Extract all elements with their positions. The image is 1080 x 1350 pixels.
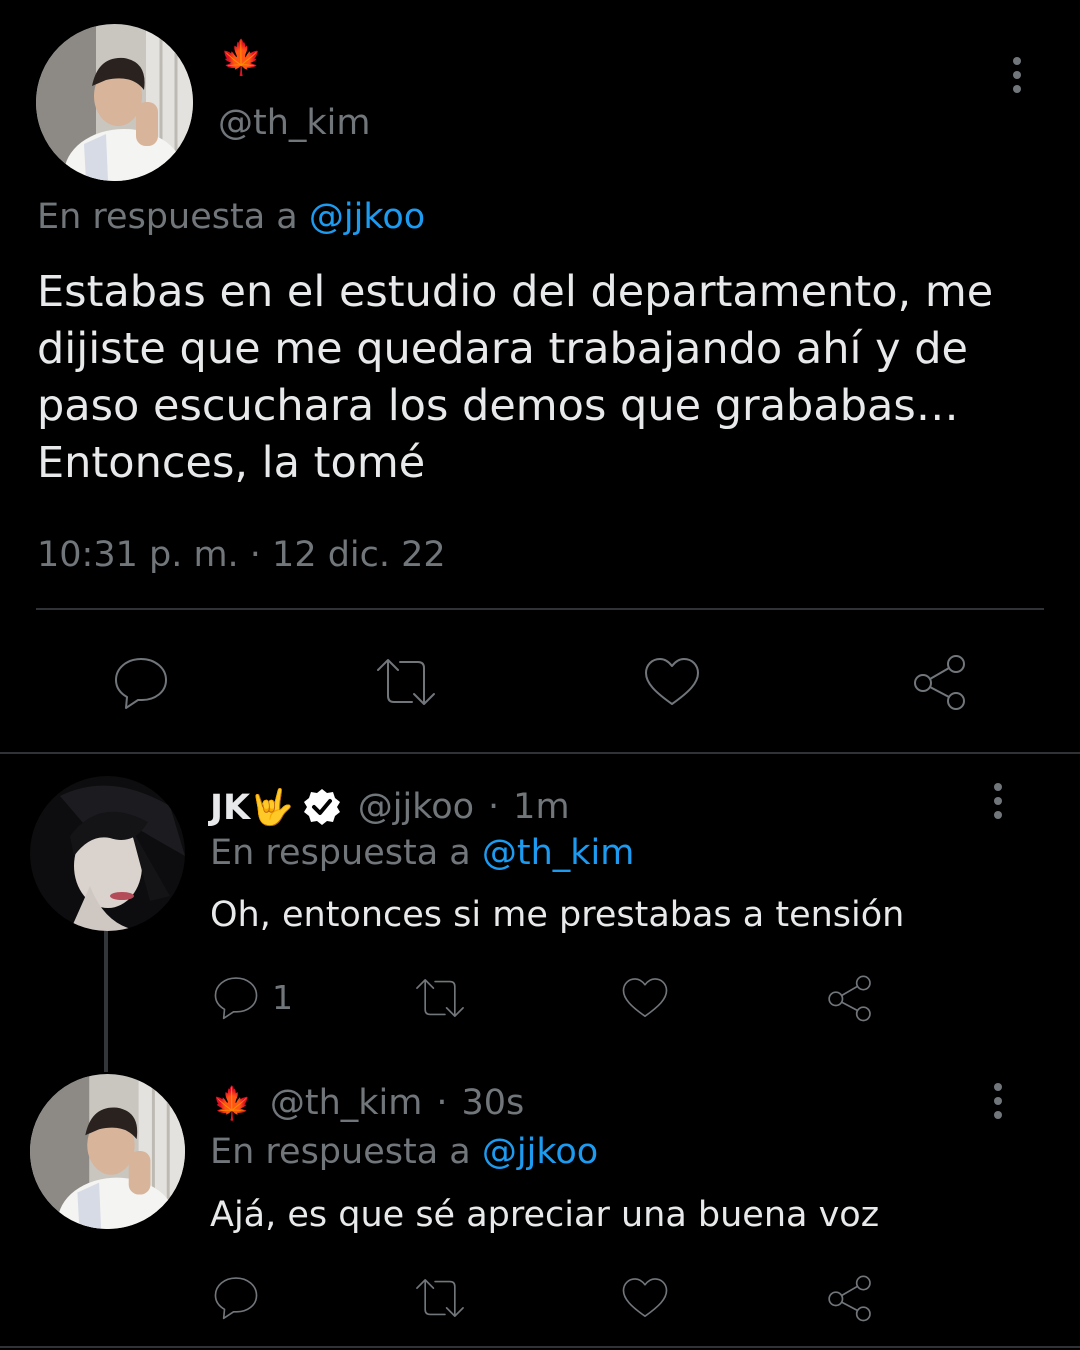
reply-context: En respuesta a @jjkoo [37, 194, 425, 240]
reply-to-link[interactable]: @jjkoo [482, 1132, 598, 1172]
header-separator: · [436, 1083, 448, 1123]
header-separator: · [488, 787, 500, 827]
maple-leaf-icon: 🍁 [220, 38, 263, 78]
reply-icon [214, 977, 258, 1020]
reply-count: 1 [272, 977, 293, 1017]
retweet-icon [416, 1279, 464, 1317]
reply-context: En respuesta a @th_kim [210, 830, 634, 876]
reply-icon [214, 1277, 258, 1320]
reply-prefix: En respuesta a [210, 833, 471, 873]
author-avatar[interactable] [36, 24, 193, 181]
section-divider [0, 752, 1080, 754]
like-icon [622, 978, 668, 1018]
reply-button[interactable] [212, 1274, 272, 1320]
reply-display-name[interactable]: JK🤟 [210, 787, 294, 828]
reply-to-link[interactable]: @jjkoo [309, 197, 425, 237]
reply-avatar[interactable] [30, 1074, 185, 1229]
reply-context: En respuesta a @jjkoo [210, 1129, 598, 1175]
reply-to-link[interactable]: @th_kim [482, 833, 635, 873]
retweet-button[interactable] [372, 656, 440, 708]
reply-button[interactable] [112, 654, 170, 710]
reply-handle[interactable]: @th_kim [270, 1083, 423, 1123]
share-icon [914, 655, 965, 710]
author-handle[interactable]: @th_kim [218, 100, 371, 146]
more-options-button[interactable] [978, 1076, 1018, 1126]
reply-header: JK🤟 @jjkoo · 1m [210, 784, 570, 830]
maple-leaf-icon[interactable]: 🍁 [212, 1084, 252, 1122]
reply-prefix: En respuesta a [37, 197, 298, 237]
reply-button[interactable]: 1 [212, 974, 293, 1020]
thread-line [104, 930, 108, 1072]
like-icon [645, 658, 699, 705]
reply-header: 🍁 @th_kim · 30s [212, 1080, 524, 1126]
share-button[interactable] [825, 1273, 875, 1323]
tweet-timestamp[interactable]: 10:31 p. m. · 12 dic. 22 [37, 532, 446, 578]
reply-text: Oh, entonces si me prestabas a tensión [210, 895, 905, 935]
share-icon [828, 1275, 871, 1322]
like-button[interactable] [621, 976, 669, 1020]
like-button[interactable] [621, 1276, 669, 1320]
retweet-icon [377, 659, 435, 705]
like-icon [622, 1278, 668, 1318]
retweet-icon [416, 979, 464, 1017]
retweet-button[interactable] [412, 976, 468, 1020]
share-icon [828, 975, 871, 1022]
reply-text: Ajá, es que sé apreciar una buena voz [210, 1195, 880, 1235]
share-button[interactable] [910, 652, 970, 712]
reply-time[interactable]: 1m [513, 787, 569, 827]
reply-handle[interactable]: @jjkoo [358, 787, 474, 827]
tweet-text: Estabas en el estudio del departamento, … [37, 267, 994, 488]
reply-prefix: En respuesta a [210, 1132, 471, 1172]
share-button[interactable] [825, 973, 875, 1023]
like-button[interactable] [643, 656, 701, 708]
retweet-button[interactable] [412, 1276, 468, 1320]
more-options-button[interactable] [997, 50, 1037, 100]
more-options-button[interactable] [978, 776, 1018, 826]
bottom-divider [0, 1346, 1080, 1348]
reply-avatar[interactable] [30, 776, 185, 931]
verified-icon [302, 787, 342, 827]
reply-icon [115, 658, 167, 709]
divider [36, 608, 1044, 610]
reply-time[interactable]: 30s [461, 1083, 524, 1123]
